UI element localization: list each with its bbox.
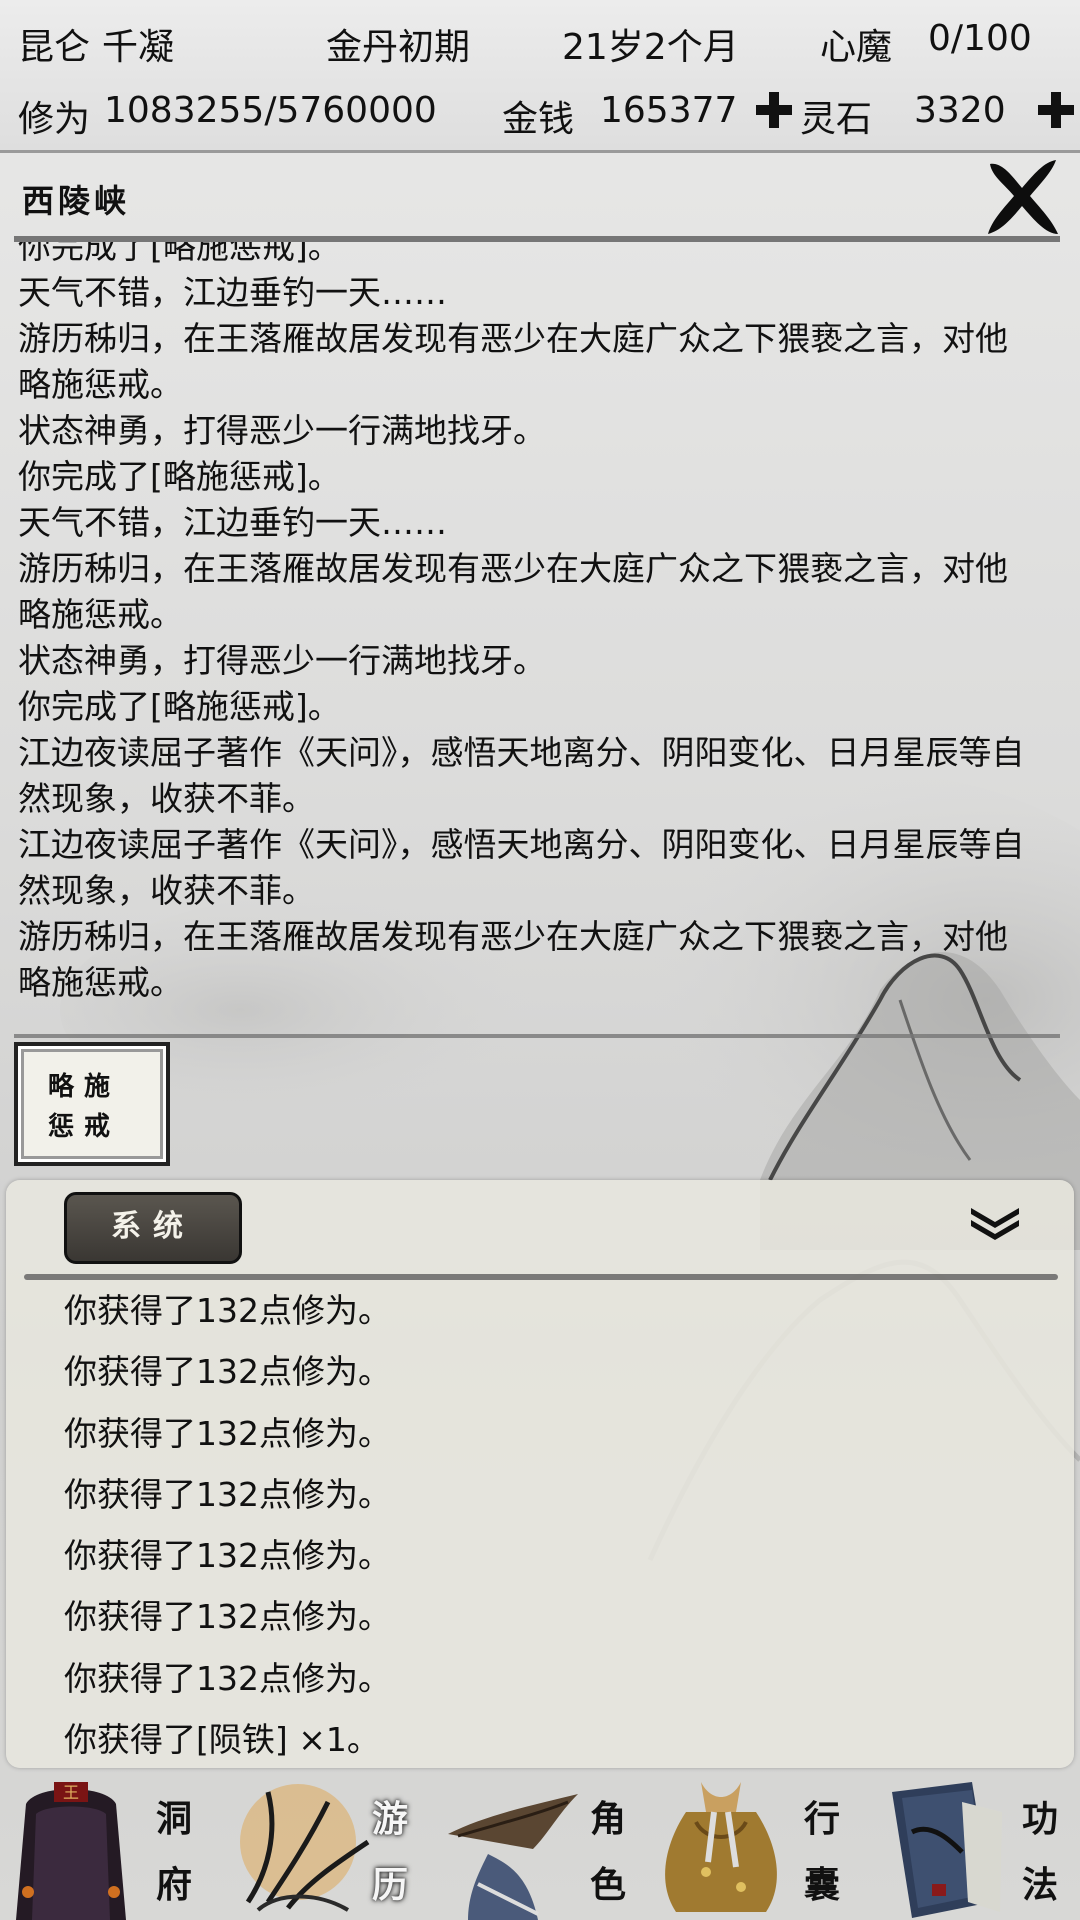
- log-line: 你完成了[略施惩戒]。: [18, 242, 341, 266]
- nav-character[interactable]: 角 色: [428, 1768, 638, 1920]
- travel-icon: [240, 1784, 370, 1912]
- cultivation-value: 1083255/5760000: [104, 90, 437, 131]
- system-message-panel: 系统 你获得了132点修为。 你获得了132点修为。 你获得了132点修为。 你获得了…: [6, 1180, 1074, 1768]
- spirit-stone-value: 3320: [914, 90, 1006, 131]
- nav-cave-dwelling[interactable]: 王 洞 府: [0, 1768, 210, 1920]
- log-line: 游历秭归，在王落雁故居发现有恶少在大庭广众之下猥亵之言，对他略施惩戒。: [18, 917, 1008, 1002]
- nav-bag[interactable]: 行 囊: [642, 1768, 852, 1920]
- log-line: 游历秭归，在王落雁故居发现有恶少在大庭广众之下猥亵之言，对他略施惩戒。: [18, 549, 1008, 634]
- sect-name: 昆仑: [18, 27, 91, 68]
- event-card-line1: 略施: [48, 1072, 121, 1102]
- event-card-line2: 惩戒: [48, 1112, 121, 1142]
- system-message-list[interactable]: 你获得了132点修为。 你获得了132点修为。 你获得了132点修为。 你获得了132…: [64, 1280, 1044, 1770]
- add-spirit-stone-button[interactable]: [1036, 90, 1076, 130]
- system-message: 你获得了132点修为。: [64, 1474, 391, 1514]
- log-line: 状态神勇，打得恶少一行满地找牙。: [18, 411, 546, 450]
- nav-label-skills-2: 法: [1022, 1864, 1059, 1906]
- log-line: 天气不错，江边垂钓一天……: [18, 273, 447, 312]
- log-line: 你完成了[略施惩戒]。: [18, 457, 341, 496]
- location-header: 西陵峡: [0, 150, 1080, 240]
- log-line: 你完成了[略施惩戒]。: [18, 687, 341, 726]
- spirit-stone-label: 灵石: [800, 99, 873, 140]
- cultivation-label: 修为: [18, 99, 91, 140]
- system-message: 你获得了132点修为。: [64, 1352, 391, 1392]
- system-message: 你获得了132点修为。: [64, 1413, 391, 1453]
- log-line: 状态神勇，打得恶少一行满地找牙。: [18, 641, 546, 680]
- demon-label: 心魔: [820, 27, 893, 68]
- log-line: 江边夜读屈子著作《天问》，感悟天地离分、阴阳变化、日月星辰等自然现象，收获不菲。: [18, 733, 1025, 818]
- log-line: 游历秭归，在王落雁故居发现有恶少在大庭广众之下猥亵之言，对他略施惩戒。: [18, 319, 1008, 404]
- add-money-button[interactable]: [754, 90, 794, 130]
- nav-label-bag-2: 囊: [804, 1864, 841, 1906]
- nav-label-character-1: 角: [590, 1798, 627, 1840]
- nav-label-cave-1: 洞: [156, 1798, 193, 1840]
- close-icon[interactable]: [982, 154, 1062, 238]
- system-tab[interactable]: 系统: [64, 1192, 242, 1264]
- svg-text:王: 王: [63, 1783, 79, 1802]
- nav-label-travel-2: 历: [372, 1864, 409, 1906]
- character-age: 21岁2个月: [562, 27, 739, 68]
- system-message: 你获得了132点修为。: [64, 1291, 391, 1330]
- location-panel: 西陵峡 你完成了[略施惩戒]。 天气不错，江边垂钓一天…… 游历秭归，在王落雁故居发…: [0, 150, 1080, 1038]
- chevron-double-down-icon[interactable]: [968, 1202, 1022, 1242]
- money-value: 165377: [600, 90, 738, 131]
- nav-label-cave-2: 府: [156, 1864, 193, 1906]
- system-message: 你获得了132点修为。: [64, 1658, 391, 1698]
- nav-skills[interactable]: 功 法: [856, 1768, 1080, 1920]
- nav-label-travel-1: 游: [372, 1798, 409, 1840]
- system-message: 你获得了132点修为。: [64, 1597, 391, 1637]
- log-line: 天气不错，江边垂钓一天……: [18, 503, 447, 542]
- demon-value: 0/100: [928, 18, 1032, 59]
- location-title: 西陵峡: [22, 182, 131, 220]
- nav-label-bag-1: 行: [804, 1798, 841, 1840]
- character-name: 千凝: [102, 27, 175, 68]
- money-label: 金钱: [502, 99, 575, 140]
- character-icon: [448, 1794, 578, 1920]
- divider: [14, 1034, 1060, 1038]
- scroll-icon: [892, 1782, 1002, 1918]
- system-message: 你获得了132点修为。: [64, 1536, 391, 1576]
- event-card-button[interactable]: 略施 惩戒: [14, 1042, 170, 1166]
- bottom-nav: 王 洞 府 游 历 角 色 行 囊 功 法: [0, 1768, 1080, 1920]
- nav-label-character-2: 色: [590, 1864, 627, 1906]
- nav-travel[interactable]: 游 历: [214, 1768, 424, 1920]
- nav-label-skills-1: 功: [1022, 1798, 1059, 1840]
- status-bar: 昆仑 千凝 金丹初期 21岁2个月 心魔 0/100 修为 1083255/57…: [0, 0, 1080, 153]
- log-line: 江边夜读屈子著作《天问》，感悟天地离分、阴阳变化、日月星辰等自然现象，收获不菲。: [18, 825, 1025, 910]
- cultivation-realm: 金丹初期: [326, 27, 471, 68]
- bag-icon: [665, 1782, 777, 1912]
- system-message: 你获得了[陨铁] ×1。: [64, 1720, 380, 1760]
- cave-dwelling-icon: 王: [16, 1782, 126, 1920]
